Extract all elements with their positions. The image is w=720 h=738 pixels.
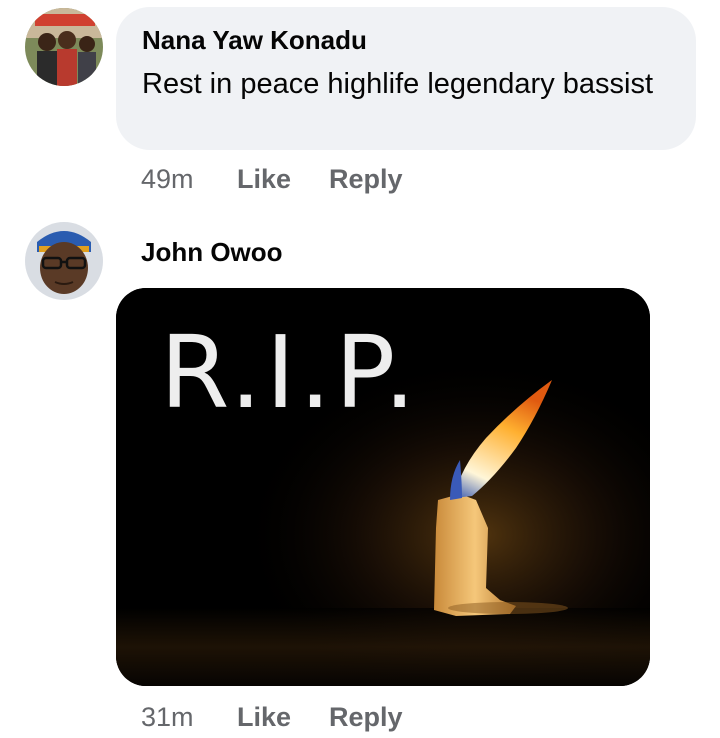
like-button[interactable]: Like (237, 702, 329, 733)
comment-author[interactable]: John Owoo (141, 237, 283, 267)
comment-timestamp[interactable]: 31m (141, 702, 237, 733)
like-button[interactable]: Like (237, 164, 329, 195)
comment-timestamp[interactable]: 49m (141, 164, 237, 195)
reply-button[interactable]: Reply (329, 164, 403, 195)
comment-author[interactable]: Nana Yaw Konadu (142, 25, 670, 55)
avatar-john-owoo[interactable] (25, 222, 103, 300)
comment-actions: 31m Like Reply (141, 702, 403, 733)
comment-bubble: Nana Yaw Konadu Rest in peace highlife l… (116, 7, 696, 150)
rip-overlay-text: R.I.P. (160, 314, 420, 431)
reply-button[interactable]: Reply (329, 702, 403, 733)
avatar-nana-yaw-konadu[interactable] (25, 8, 103, 86)
comment-text: Rest in peace highlife legendary bassist (142, 68, 654, 100)
comment-actions: 49m Like Reply (141, 164, 403, 195)
